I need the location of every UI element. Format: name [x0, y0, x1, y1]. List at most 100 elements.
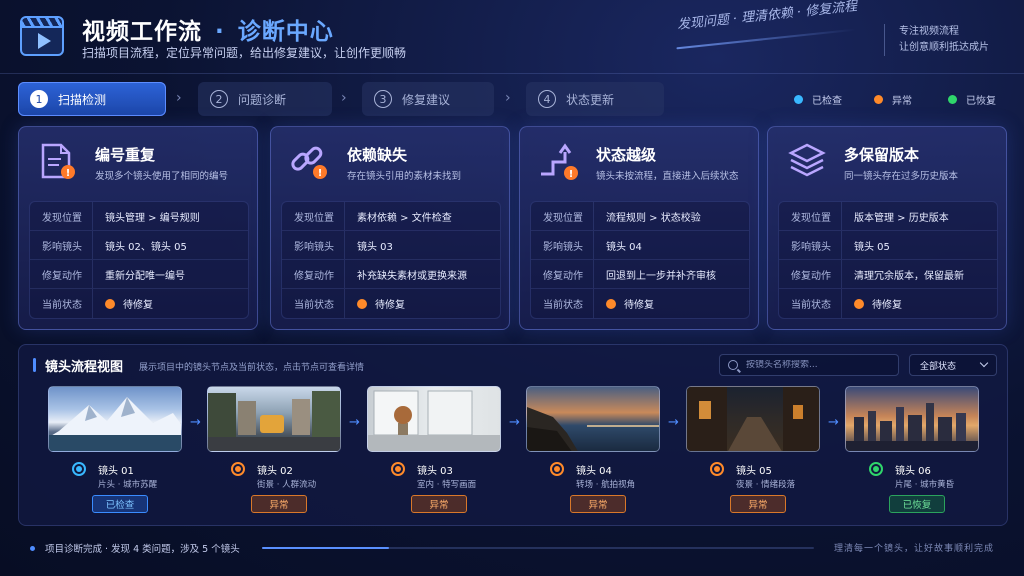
handwritten-slogan: 发现问题 · 理清依赖 · 修复流程: [676, 0, 858, 33]
card-title: 依赖缺失: [347, 146, 408, 164]
status-ring-recovered: [869, 462, 883, 476]
step-label: 状态更新: [566, 92, 615, 107]
pending-dot-icon: [357, 298, 367, 309]
card-detail-table: 发现位置 镜头管理 > 编号规则 影响镜头 镜头 02、镜头 05 修复动作 重新分配…: [29, 201, 249, 319]
pending-dot-icon: [606, 298, 616, 309]
shot-subtitle: 街景 · 人群流动: [257, 480, 317, 490]
shot-node-04[interactable]: 镜头 04 转场 · 航拍视角 异常: [526, 386, 660, 513]
status-ring-abnormal: [391, 462, 405, 476]
status-badge: 异常: [570, 495, 626, 513]
arrow-right-icon: →: [190, 415, 201, 430]
detail-row-action: 修复动作 清理冗余版本，保留最新: [779, 260, 997, 289]
tagline-line-2: 让创意顺利抵达成片: [899, 42, 989, 53]
issue-card-missing-dependency[interactable]: ! 依赖缺失 存在镜头引用的素材未找到 发现位置 素材依赖 > 文件检查 影响镜头…: [270, 126, 510, 330]
detail-row-action: 修复动作 补充缺失素材或更换来源: [282, 260, 500, 289]
row-key: 影响镜头: [42, 241, 82, 253]
row-key: 修复动作: [294, 270, 334, 282]
step-diagnose[interactable]: 2 问题诊断: [198, 82, 332, 116]
status-text: 待修复: [872, 300, 902, 311]
layers-icon: [788, 143, 826, 177]
status-filter-select[interactable]: 全部状态: [909, 354, 997, 376]
detail-row-location: 发现位置 流程规则 > 状态校验: [531, 202, 749, 231]
shot-node-06[interactable]: 镜头 06 片尾 · 城市黄昏 已恢复: [845, 386, 979, 513]
arrow-right-icon: →: [828, 415, 839, 430]
legend-checked: 已检查: [794, 92, 842, 107]
row-key: 修复动作: [42, 270, 82, 282]
shot-name: 镜头 02: [257, 466, 293, 477]
detail-row-affected: 影响镜头 镜头 04: [531, 231, 749, 260]
card-title: 状态越级: [596, 146, 657, 164]
chevron-right-icon: ›: [176, 90, 182, 106]
page-title: 视频工作流 · 诊断中心: [82, 12, 334, 46]
step-number: 3: [374, 90, 392, 108]
row-key: 修复动作: [791, 270, 831, 282]
arrow-right-icon: →: [509, 415, 520, 430]
row-value: 回退到上一步并补齐审核: [593, 260, 716, 288]
shot-thumbnail-interior-window: [367, 386, 501, 452]
row-value: 重新分配唯一编号: [92, 260, 185, 288]
status-pending: 待修复: [593, 289, 654, 318]
status-ring-abnormal: [550, 462, 564, 476]
step-bar: 1 扫描检测 › 2 问题诊断 › 3 修复建议 › 4 状态更新 已检查 异常…: [18, 82, 1008, 116]
card-detail-table: 发现位置 流程规则 > 状态校验 影响镜头 镜头 04 修复动作 回退到上一步并补齐审…: [530, 201, 750, 319]
status-text: 待修复: [123, 300, 153, 311]
card-title: 编号重复: [95, 146, 156, 164]
row-value: 版本管理 > 历史版本: [841, 202, 949, 230]
svg-text:!: !: [318, 168, 323, 179]
card-description: 同一镜头存在过多历史版本: [844, 171, 959, 182]
tagline-line-1: 专注视频流程: [899, 26, 959, 37]
step-update[interactable]: 4 状态更新: [526, 82, 664, 116]
header: 视频工作流 · 诊断中心 扫描项目流程，定位异常问题，给出修复建议，让创作更顺畅…: [0, 0, 1024, 74]
step-suggest[interactable]: 3 修复建议: [362, 82, 494, 116]
broken-link-icon: !: [291, 146, 327, 179]
shot-name: 镜头 03: [417, 466, 453, 477]
legend-label: 异常: [892, 96, 912, 107]
legend-dot: [794, 95, 803, 104]
detail-row-location: 发现位置 版本管理 > 历史版本: [779, 202, 997, 231]
chevron-right-icon: ›: [341, 90, 347, 106]
search-icon: [728, 360, 738, 370]
shot-subtitle: 夜景 · 情绪段落: [736, 480, 796, 490]
status-badge: 异常: [411, 495, 467, 513]
legend-label: 已检查: [812, 96, 842, 107]
shot-thumbnail-city-dusk: [845, 386, 979, 452]
step-number: 4: [538, 90, 556, 108]
status-dot-icon: [30, 546, 35, 551]
detail-row-affected: 影响镜头 镜头 02、镜头 05: [30, 231, 248, 260]
arrow-right-icon: →: [349, 415, 360, 430]
shot-name: 镜头 04: [576, 466, 612, 477]
row-key: 当前状态: [791, 300, 831, 311]
shot-flow-panel: 镜头流程视图 展示项目中的镜头节点及当前状态，点击节点可查看详情 全部状态 镜头…: [18, 344, 1008, 526]
step-jump-icon: !: [541, 143, 578, 180]
step-scan[interactable]: 1 扫描检测: [18, 82, 166, 116]
issue-card-duplicate-id[interactable]: ! 编号重复 发现多个镜头使用了相同的编号 发现位置 镜头管理 > 编号规则 影响…: [18, 126, 258, 330]
shot-node-01[interactable]: 镜头 01 片头 · 城市苏醒 已检查: [48, 386, 182, 513]
card-description: 发现多个镜头使用了相同的编号: [95, 171, 229, 182]
card-description: 存在镜头引用的素材未找到: [347, 171, 462, 182]
status-badge: 异常: [251, 495, 307, 513]
row-key: 影响镜头: [791, 241, 831, 253]
shot-name: 镜头 06: [895, 466, 931, 477]
issue-card-excess-versions[interactable]: 多保留版本 同一镜头存在过多历史版本 发现位置 版本管理 > 历史版本 影响镜头镜…: [767, 126, 1007, 330]
shot-search-input[interactable]: [746, 360, 896, 370]
shot-search-box[interactable]: [719, 354, 899, 376]
footer-status-bar: 项目诊断完成 · 发现 4 类问题，涉及 5 个镜头 理清每一个镜头，让好故事顺…: [0, 536, 1024, 576]
footer-status-text: 项目诊断完成 · 发现 4 类问题，涉及 5 个镜头: [45, 544, 240, 555]
status-badge: 已检查: [92, 495, 148, 513]
shot-thumbnail-snow-mountains: [48, 386, 182, 452]
row-key: 发现位置: [42, 212, 82, 224]
detail-row-action: 修复动作 回退到上一步并补齐审核: [531, 260, 749, 289]
title-accent: 诊断中心: [237, 19, 334, 45]
status-ring-abnormal: [231, 462, 245, 476]
issue-card-status-skip[interactable]: ! 状态越级 镜头未按流程，直接进入后续状态 发现位置 流程规则 > 状态校验 影…: [519, 126, 759, 330]
section-accent-bar: [33, 358, 36, 372]
footer-slogan: 理清每一个镜头，让好故事顺利完成: [834, 544, 995, 554]
shot-node-02[interactable]: 镜头 02 街景 · 人群流动 异常: [207, 386, 341, 513]
shot-node-05[interactable]: 镜头 05 夜景 · 情绪段落 异常: [686, 386, 820, 513]
legend-dot: [948, 95, 957, 104]
row-value: 镜头管理 > 编号规则: [92, 202, 200, 230]
status-badge: 异常: [730, 495, 786, 513]
row-value: 镜头 02、镜头 05: [92, 231, 187, 259]
shot-node-03[interactable]: 镜头 03 室内 · 特写画面 异常: [367, 386, 501, 513]
shot-thumbnail-night-alley: [686, 386, 820, 452]
